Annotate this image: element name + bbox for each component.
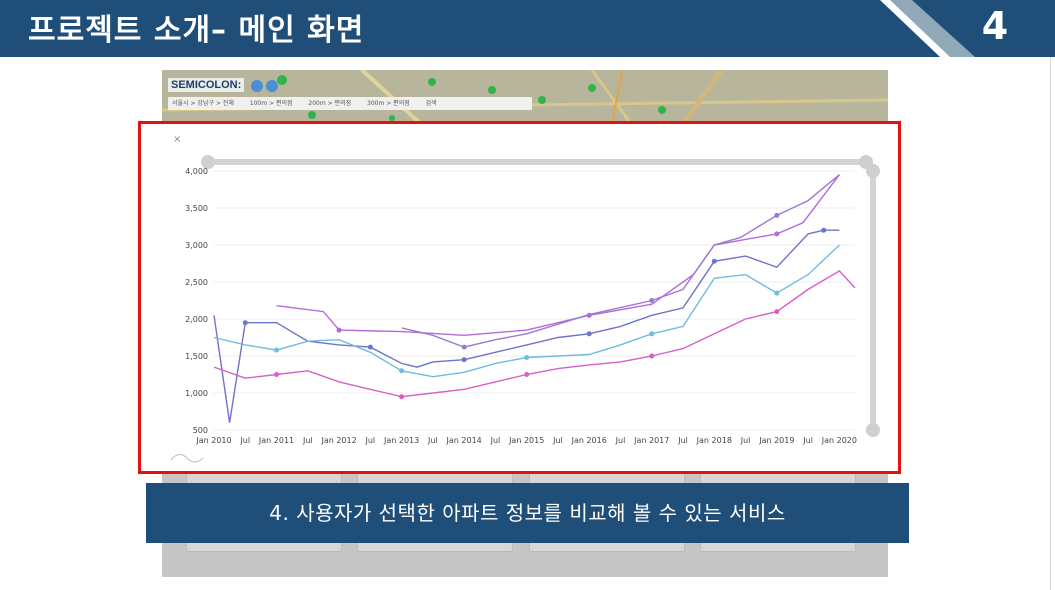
search-button[interactable]: 검색	[426, 100, 437, 107]
highlighted-chart-popup: × 4,000 3,500 3,000 2,500 2,000 1,500 1,000 500…	[138, 121, 901, 474]
x-tick-label: Jul	[552, 436, 563, 445]
x-tick-label: Jan 2012	[320, 436, 356, 445]
price-comparison-chart[interactable]: 4,0003,5003,0002,5002,0001,5001,000500Ja…	[141, 124, 897, 470]
slide-title: 프로젝트 소개– 메인 화면	[28, 13, 365, 48]
app-logo: SEMICOLON:	[168, 78, 245, 92]
header-bar: 프로젝트 소개– 메인 화면 4	[0, 0, 1055, 57]
radius-filter-100[interactable]: 100m > 편의점	[250, 100, 293, 107]
y-tick-label: 2,000	[185, 315, 208, 324]
x-tick-label: Jul	[615, 436, 626, 445]
y-tick-label: 2,500	[185, 278, 208, 287]
x-tick-label: Jan 2011	[258, 436, 294, 445]
series-line	[401, 174, 840, 348]
radius-filter-300[interactable]: 300m > 편의점	[367, 100, 410, 107]
map-area: SEMICOLON: 서울시 > 강남구 > 전체 100m > 편의점 200…	[162, 70, 888, 127]
x-tick-label: Jan 2010	[195, 436, 231, 445]
page-edge-line	[1050, 57, 1051, 590]
data-point	[399, 368, 405, 374]
x-tick-label: Jan 2013	[383, 436, 419, 445]
data-point	[774, 231, 780, 237]
data-point	[649, 353, 655, 359]
x-tick-label: Jan 2017	[633, 436, 669, 445]
x-tick-label: Jan 2018	[696, 436, 732, 445]
data-point	[524, 354, 530, 360]
data-point	[461, 357, 467, 363]
y-tick-label: 1,000	[185, 389, 208, 398]
y-tick-label: 1,500	[185, 352, 208, 361]
vertical-slider-handle[interactable]	[866, 164, 880, 178]
y-tick-label: 500	[193, 426, 208, 435]
data-point	[774, 290, 780, 296]
x-tick-label: Jan 2016	[571, 436, 607, 445]
close-icon[interactable]: ×	[173, 134, 181, 145]
data-point	[399, 394, 405, 400]
data-point	[524, 372, 530, 377]
data-point	[242, 320, 248, 326]
vertical-slider-handle[interactable]	[866, 423, 880, 437]
y-tick-label: 3,000	[185, 241, 208, 250]
radius-filter-200[interactable]: 200m > 편의점	[308, 100, 351, 107]
location-filter-bar[interactable]: 서울시 > 강남구 > 전체 100m > 편의점 200m > 편의점 300…	[168, 97, 532, 110]
data-point	[821, 227, 827, 233]
x-tick-label: Jan 2014	[446, 436, 482, 445]
x-tick-label: Jan 2019	[758, 436, 794, 445]
overview-thumbnail	[170, 454, 204, 463]
series-line	[213, 270, 856, 398]
data-point	[367, 344, 373, 350]
data-point	[649, 331, 655, 337]
x-tick-label: Jul	[427, 436, 438, 445]
data-point	[774, 309, 780, 315]
x-tick-label: Jul	[302, 436, 313, 445]
data-point	[274, 347, 280, 353]
x-tick-label: Jul	[740, 436, 751, 445]
y-tick-label: 4,000	[185, 167, 208, 176]
data-point	[461, 344, 467, 350]
x-tick-label: Jan 2020	[821, 436, 857, 445]
data-point	[586, 331, 592, 337]
page-number: 4	[981, 4, 1009, 48]
x-tick-label: Jul	[677, 436, 688, 445]
data-point	[274, 372, 280, 377]
x-tick-label: Jul	[365, 436, 376, 445]
x-tick-label: Jul	[490, 436, 501, 445]
data-point	[336, 327, 342, 333]
location-filter[interactable]: 서울시 > 강남구 > 전체	[172, 100, 234, 107]
x-tick-label: Jul	[239, 436, 250, 445]
data-point	[649, 298, 655, 303]
slide-caption: 4. 사용자가 선택한 아파트 정보를 비교해 볼 수 있는 서비스	[146, 483, 909, 543]
series-line	[213, 229, 840, 423]
data-point	[774, 212, 780, 218]
data-point	[711, 258, 717, 264]
x-tick-label: Jul	[802, 436, 813, 445]
x-tick-label: Jan 2015	[508, 436, 544, 445]
y-tick-label: 3,500	[185, 204, 208, 213]
series-line	[276, 174, 840, 337]
